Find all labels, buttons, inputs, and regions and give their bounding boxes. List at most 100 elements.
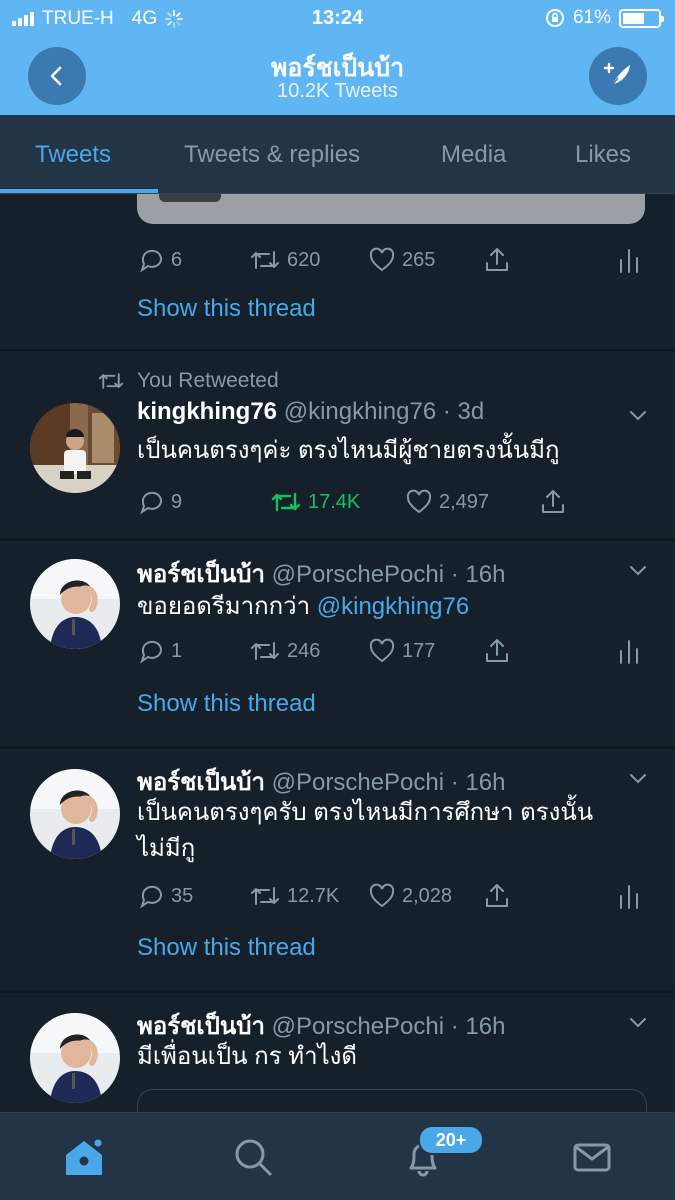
compose-tweet-button[interactable] (589, 47, 647, 105)
tab-tweets-and-replies[interactable]: Tweets & replies (184, 141, 360, 169)
tab-media[interactable]: Media (441, 141, 506, 169)
avatar[interactable] (30, 559, 120, 649)
tweet-header: พอร์ชเป็นบ้า @PorschePochi · 16h (137, 554, 505, 593)
analytics-button[interactable] (617, 882, 641, 910)
nav-messages[interactable] (570, 1135, 614, 1179)
share-button[interactable] (483, 246, 511, 274)
analytics-icon (620, 249, 638, 273)
status-bar: TRUE-H 4G 13:24 61% (0, 0, 675, 38)
heart-icon (369, 247, 395, 272)
reply-button[interactable]: 6 (137, 246, 182, 274)
author-name[interactable]: kingkhing76 (137, 398, 277, 425)
tweet-time: · 16h (450, 769, 506, 796)
active-tab-indicator (0, 189, 158, 193)
like-count: 177 (402, 639, 436, 662)
author-name[interactable]: พอร์ชเป็นบ้า (137, 561, 265, 588)
tweet-feed[interactable]: 6 620 265 Show this thread You Retweeted… (0, 194, 675, 1112)
avatar[interactable] (30, 1013, 120, 1103)
mention-link[interactable]: @kingkhing76 (317, 593, 469, 620)
tab-likes[interactable]: Likes (575, 141, 631, 169)
retweeted-label: You Retweeted (137, 369, 279, 392)
author-handle[interactable]: @PorschePochi (272, 561, 444, 588)
chevron-down-icon[interactable] (629, 406, 647, 424)
tweet-item[interactable]: พอร์ชเป็นบ้า @PorschePochi · 16h มีเพื่อ… (0, 993, 675, 1112)
nav-search[interactable] (231, 1135, 275, 1179)
reply-button[interactable]: 35 (137, 882, 193, 910)
reply-button[interactable]: 9 (137, 488, 182, 516)
author-name[interactable]: พอร์ชเป็นบ้า (137, 1013, 265, 1040)
retweet-count: 246 (287, 639, 321, 662)
chevron-down-icon[interactable] (629, 1013, 647, 1031)
rotation-lock-icon (545, 9, 564, 27)
show-thread-link[interactable]: Show this thread (137, 934, 316, 962)
heart-icon (369, 883, 395, 908)
nav-home[interactable] (62, 1135, 106, 1179)
heart-icon (406, 489, 432, 514)
tweet-item[interactable]: You Retweeted kingkhing76 @kingkhing76 ·… (0, 351, 675, 539)
chevron-down-icon[interactable] (629, 561, 647, 579)
share-icon (542, 490, 564, 513)
avatar[interactable] (30, 769, 120, 859)
tweet-header: kingkhing76 @kingkhing76 · 3d (137, 398, 484, 426)
retweet-button[interactable]: 17.4K (270, 488, 360, 516)
reply-count: 9 (171, 490, 183, 513)
like-button[interactable]: 177 (368, 637, 435, 665)
tweet-card[interactable] (137, 1089, 647, 1112)
tweet-text-line: เป็นคนตรงๆครับ ตรงไหนมีการศึกษา ตรงนั้น (137, 799, 594, 826)
tweet-actions: 6 620 265 (137, 246, 647, 280)
like-button[interactable]: 2,497 (405, 488, 489, 516)
heart-icon (369, 638, 395, 663)
share-button[interactable] (539, 488, 567, 516)
profile-tabs: Tweets Tweets & replies Media Likes (0, 115, 675, 194)
analytics-icon (620, 885, 638, 909)
author-handle[interactable]: @PorschePochi (272, 1013, 444, 1040)
tweet-item[interactable]: พอร์ชเป็นบ้า @PorschePochi · 16h เป็นคนต… (0, 749, 675, 991)
tweet-item[interactable]: 6 620 265 Show this thread (0, 194, 675, 350)
retweet-icon (251, 887, 279, 905)
retweet-button[interactable]: 246 (249, 637, 320, 665)
like-button[interactable]: 265 (368, 246, 435, 274)
battery-icon (619, 8, 664, 28)
analytics-button[interactable] (617, 637, 641, 665)
retweet-icon (98, 373, 124, 389)
show-thread-link[interactable]: Show this thread (137, 295, 316, 323)
author-handle[interactable]: @PorschePochi (272, 769, 444, 796)
profile-header: TRUE-H 4G 13:24 61% พอร์ชเป็นบ้า 10.2K T… (0, 0, 675, 115)
retweet-icon (251, 642, 279, 660)
show-thread-link[interactable]: Show this thread (137, 690, 316, 718)
notification-badge: 20+ (418, 1125, 484, 1155)
author-handle[interactable]: @kingkhing76 (284, 398, 436, 425)
share-icon (486, 639, 508, 662)
retweet-count: 12.7K (287, 884, 340, 907)
retweet-button[interactable]: 12.7K (249, 882, 339, 910)
battery-percent: 61% (572, 7, 611, 28)
tweet-time: · 16h (450, 561, 506, 588)
like-button[interactable]: 2,028 (368, 882, 452, 910)
tweet-text-main: ขอยอดรีมากกว่า (137, 593, 311, 620)
author-name[interactable]: พอร์ชเป็นบ้า (137, 769, 265, 796)
search-icon (235, 1139, 272, 1176)
retweet-count: 17.4K (308, 490, 361, 513)
video-duration-badge (159, 194, 221, 202)
reply-button[interactable]: 1 (137, 637, 182, 665)
reply-count: 1 (171, 639, 183, 662)
tweet-text: เป็นคนตรงๆครับ ตรงไหนมีการศึกษา ตรงนั้น … (137, 795, 637, 867)
tweet-item[interactable]: พอร์ชเป็นบ้า @PorschePochi · 16h ขอยอดรี… (0, 541, 675, 747)
chevron-down-icon[interactable] (629, 769, 647, 787)
tweet-media[interactable] (137, 194, 645, 224)
analytics-icon (620, 640, 638, 664)
share-button[interactable] (483, 882, 511, 910)
tab-tweets[interactable]: Tweets (35, 141, 111, 169)
share-icon (486, 248, 508, 271)
bottom-nav: 20+ (0, 1112, 675, 1200)
retweet-button[interactable]: 620 (249, 246, 320, 274)
avatar[interactable] (30, 403, 120, 493)
like-count: 2,497 (439, 490, 490, 513)
home-icon (66, 1137, 104, 1175)
analytics-button[interactable] (617, 246, 641, 274)
tweet-text: ขอยอดรีมากกว่า @kingkhing76 (137, 589, 637, 625)
tweet-actions: 1 246 177 (137, 637, 647, 671)
retweet-count: 620 (287, 248, 321, 271)
share-button[interactable] (483, 637, 511, 665)
share-icon (486, 884, 508, 907)
